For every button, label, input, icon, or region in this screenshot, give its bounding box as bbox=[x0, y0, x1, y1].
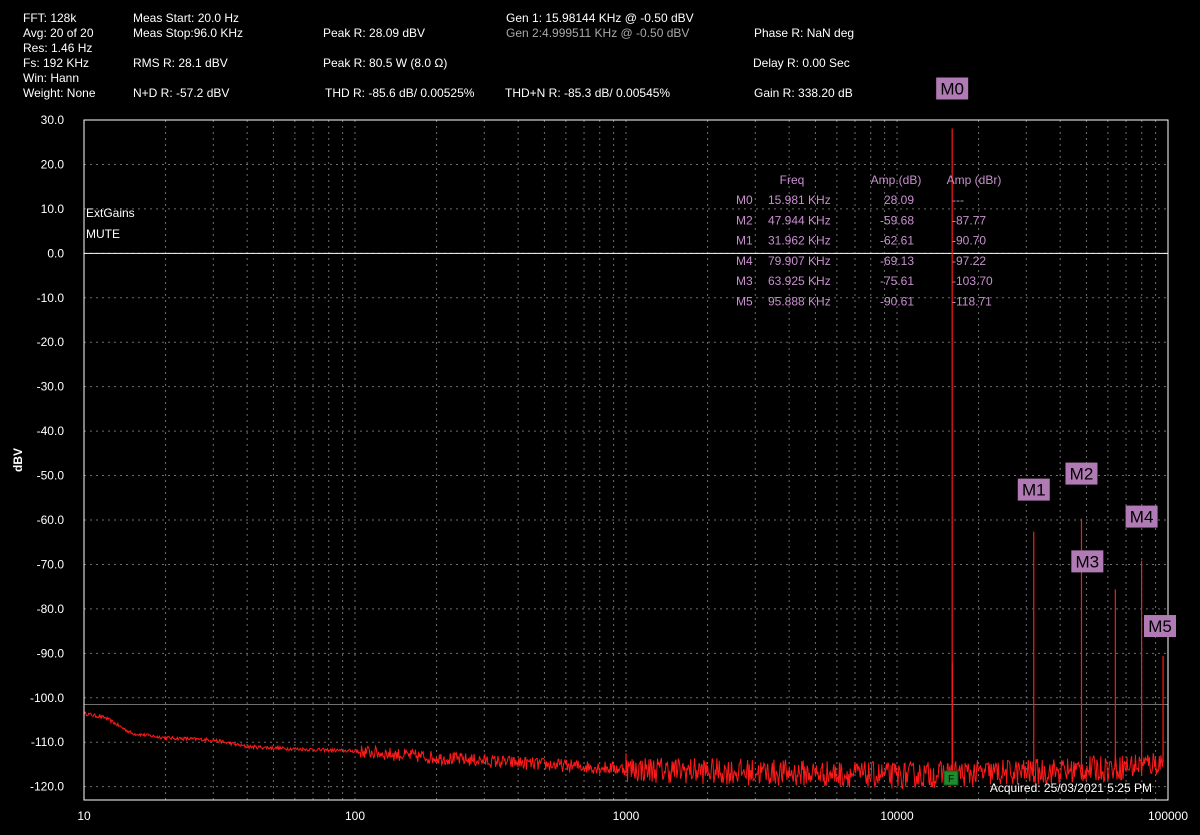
marker-table-cell: 95.888 KHz bbox=[768, 295, 831, 309]
marker-table-cell: 63.925 KHz bbox=[768, 274, 831, 288]
marker-table-cell: -97.22 bbox=[952, 254, 986, 268]
spectrum-plot: 30.0 20.0 10.0 0.0 -10.0 -20.0 -30.0 -40.0 -50.0… bbox=[11, 77, 1188, 823]
marker-table-cell: -59.68 bbox=[880, 213, 914, 227]
marker-table-cell: -75.61 bbox=[880, 274, 914, 288]
y-tick-label: -20.0 bbox=[37, 335, 65, 349]
marker-table-cell: -90.61 bbox=[880, 295, 914, 309]
marker-table-cell: 79.907 KHz bbox=[768, 254, 831, 268]
x-tick-label: 10 bbox=[77, 809, 91, 823]
y-tick-label: -80.0 bbox=[37, 602, 65, 616]
y-tick-label: 0.0 bbox=[47, 246, 64, 260]
marker-table-cell: 47.944 KHz bbox=[768, 213, 831, 227]
noise-floor-line bbox=[83, 711, 1164, 790]
marker-table-cell: -87.77 bbox=[952, 213, 986, 227]
marker-table-cell: -118.71 bbox=[952, 295, 992, 309]
marker-label-m4: M4 bbox=[1130, 508, 1154, 527]
marker-table-cell: -103.70 bbox=[952, 274, 993, 288]
y-tick-label: 30.0 bbox=[41, 113, 65, 127]
marker-table-cell: -69.13 bbox=[880, 254, 914, 268]
x-tick-label: 100 bbox=[345, 809, 365, 823]
marker-table-cell: 31.962 KHz bbox=[768, 234, 831, 248]
marker-label-m5: M5 bbox=[1148, 617, 1172, 636]
marker-table-cell: M3 bbox=[736, 274, 753, 288]
y-tick-label: -100.0 bbox=[30, 691, 64, 705]
annotation-extgains: ExtGains bbox=[86, 206, 135, 220]
y-tick-label: -110.0 bbox=[31, 735, 64, 749]
grid bbox=[83, 119, 1168, 800]
y-tick-label: -60.0 bbox=[37, 513, 65, 527]
y-tick-label: -90.0 bbox=[37, 646, 65, 660]
y-tick-label: 10.0 bbox=[41, 202, 65, 216]
y-tick-label: -10.0 bbox=[37, 291, 65, 305]
marker-table-header: Freq bbox=[780, 173, 805, 187]
annotation-mute: MUTE bbox=[86, 227, 120, 241]
marker-label-m3: M3 bbox=[1076, 552, 1100, 571]
marker-table-cell: -90.70 bbox=[952, 234, 986, 248]
marker-table-cell: M5 bbox=[736, 295, 753, 309]
marker-table-header: Amp.(dB) bbox=[871, 173, 922, 187]
marker-table-cell: --- bbox=[952, 193, 964, 207]
marker-table: Freq Amp.(dB) Amp (dBr) M0 15.981 KHz 28.09 --… bbox=[736, 173, 1001, 309]
y-tick-label: 20.0 bbox=[41, 157, 65, 171]
y-tick-label: -50.0 bbox=[37, 469, 65, 483]
x-tick-label: 1000 bbox=[613, 809, 640, 823]
marker-table-header: Amp (dBr) bbox=[947, 173, 1002, 187]
spectrum-trace bbox=[83, 128, 1164, 790]
marker-table-cell: M4 bbox=[736, 254, 753, 268]
y-tick-label: -70.0 bbox=[37, 557, 65, 571]
f-marker-label: F bbox=[948, 774, 954, 785]
x-tick-label: 100000 bbox=[1148, 809, 1188, 823]
acquired-timestamp: Acquired: 25/03/2021 5:25 PM bbox=[990, 781, 1152, 795]
y-axis-label: dBV bbox=[11, 448, 25, 472]
y-tick-label: -30.0 bbox=[37, 380, 65, 394]
marker-table-cell: M1 bbox=[736, 234, 753, 248]
x-axis-ticks: 10 100 1000 10000 100000 bbox=[77, 809, 1188, 823]
y-axis-ticks: 30.0 20.0 10.0 0.0 -10.0 -20.0 -30.0 -40.0 -50.0… bbox=[30, 113, 64, 794]
marker-table-cell: M2 bbox=[736, 213, 753, 227]
y-tick-label: -120.0 bbox=[30, 780, 64, 794]
marker-table-cell: M0 bbox=[736, 193, 753, 207]
marker-table-cell: -62.61 bbox=[880, 234, 914, 248]
marker-table-cell: 15.981 KHz bbox=[768, 193, 831, 207]
y-tick-label: -40.0 bbox=[37, 424, 65, 438]
marker-label-m2: M2 bbox=[1070, 465, 1094, 484]
x-tick-label: 10000 bbox=[880, 809, 914, 823]
marker-label-m0: M0 bbox=[940, 79, 964, 98]
marker-label-m1: M1 bbox=[1022, 481, 1046, 500]
marker-table-cell: 28.09 bbox=[884, 193, 914, 207]
marker-labels: M0 M1 M2 M3 M4 M5 bbox=[936, 77, 1176, 638]
